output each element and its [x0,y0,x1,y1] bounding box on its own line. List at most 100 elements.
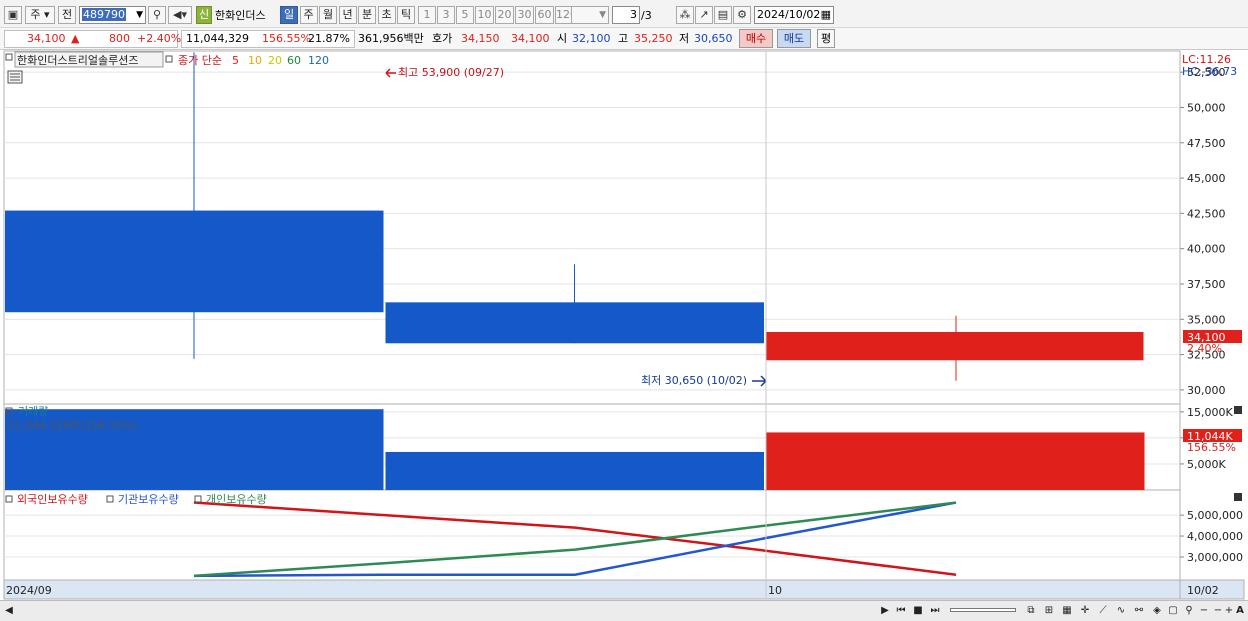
stop-icon[interactable]: ■ [911,603,925,619]
sell-button[interactable]: 매도 [777,29,811,48]
frame-icon[interactable]: ▢ [1166,603,1180,619]
price-tick-label: 37,500 [1187,278,1226,291]
stock-short-name: 한화인더스 [215,9,266,22]
candle-body [766,331,1144,361]
zoom-in-icon[interactable]: + [1224,603,1234,619]
save-icon[interactable]: ▤ [714,6,732,24]
period-tab-0[interactable]: 일 [280,6,298,24]
holdings-axis: 5,000,000 4,000,000 3,000,000 [1180,509,1243,564]
trade-amount: 361,956백만 [358,32,424,45]
period-tab-4[interactable]: 분 [358,6,376,24]
grid-toggle-icon[interactable]: ▦ [1060,603,1074,619]
speaker-icon[interactable]: ◀▾ [168,6,192,24]
price-tick-label: 50,000 [1187,101,1226,114]
chart-scrollbar[interactable]: ◀ ▶ ⏮ ■ ⏭ ⧉ ⊞ ▦ ✛ ⟋ ∿ ⚯ ◈ ▢ ⚲ − − + A [0,600,1248,621]
calendar-icon[interactable]: ▦ [821,7,831,23]
change-pct: +2.40% [137,32,182,45]
x-label-oct: 10 [768,584,782,597]
auto-scale-icon[interactable]: A [1235,603,1245,619]
unit-select[interactable]: ▼ [571,6,609,24]
gear-icon[interactable]: ⚙ [733,6,751,24]
volume-title: 거래량 [18,405,48,418]
period-tab-6[interactable]: 틱 [397,6,415,24]
crosshair-icon[interactable]: ✛ [1078,603,1092,619]
low-label: 저 [679,32,690,45]
unit-dropdown-icon: ▼ [599,10,606,20]
rewind-icon[interactable]: ⏮ [894,603,908,619]
stock-chart[interactable]: 52,50050,00047,50045,00042,50040,00037,5… [0,50,1248,601]
price-tick-label: 35,000 [1187,313,1226,326]
panel-split-icon[interactable]: ⧉ [1024,603,1038,619]
volume-box: 11,044,329 156.55% 21.87% [181,30,355,48]
stock-code-input[interactable]: 489790 ▼ [79,6,146,24]
page-total: /3 [641,9,652,22]
x-label-sep: 2024/09 [6,584,52,597]
change-value: 800 [109,32,130,45]
interval-button-30[interactable]: 30 [515,6,534,24]
panel-add-icon[interactable]: ⊞ [1042,603,1056,619]
page-input[interactable]: 3 [612,6,640,24]
forward-icon[interactable]: ⏭ [928,603,942,619]
trend-icon[interactable]: ⟋ [1096,603,1110,619]
magnifier-icon[interactable]: ⚲ [1182,603,1196,619]
interval-button-3[interactable]: 3 [437,6,455,24]
wave-icon[interactable]: ∿ [1114,603,1128,619]
period-tab-5[interactable]: 초 [377,6,396,24]
interval-button-1[interactable]: 1 [418,6,436,24]
prev-button[interactable]: 전 [58,6,76,24]
scroll-left-icon[interactable]: ◀ [4,603,14,619]
link-chart-icon[interactable]: ⚯ [1132,603,1146,619]
zoom-out-icon[interactable]: − [1198,603,1210,619]
zoom-slider[interactable] [950,608,1016,612]
layout-icon[interactable]: ▣ [4,6,22,24]
ask-label: 호가 [432,32,453,45]
price-tick-label: 45,000 [1187,172,1226,185]
ma-period-60: 60 [287,54,301,67]
current-price: 34,100 [27,32,66,45]
volume-pct-tag: 156.55% [1187,441,1236,454]
buy-button[interactable]: 매수 [739,29,773,48]
dropdown-arrow-icon[interactable]: ▼ [136,7,143,23]
draw-tool-icon[interactable]: ↗ [695,6,713,24]
holdings-tick-label: 3,000,000 [1187,551,1243,564]
change-up-icon: ▲ [71,32,80,45]
ma-period-5: 5 [232,54,239,67]
volume-panel-close-icon[interactable] [1234,406,1242,414]
shapes-icon[interactable]: ◈ [1150,603,1164,619]
open-price: 32,100 [572,32,611,45]
zoom-out-alt-icon[interactable]: − [1212,603,1224,619]
avg-button[interactable]: 평 [817,29,835,48]
interval-button-20[interactable]: 20 [495,6,514,24]
period-tab-1[interactable]: 주 [299,6,318,24]
market-type-select[interactable]: 주 ▾ [25,6,55,24]
high-label: 고 [618,32,629,45]
date-value: 2024/10/02 [757,8,821,21]
period-tab-2[interactable]: 월 [319,6,337,24]
interval-button-60[interactable]: 60 [535,6,554,24]
link-icon[interactable]: ⁂ [676,6,694,24]
scroll-right-icon[interactable]: ▶ [878,603,892,619]
volume-ratio: 156.55% [262,32,311,45]
ma-period-10: 10 [248,54,262,67]
price-tick-label: 30,000 [1187,384,1226,397]
volume-tick-label: 5,000K [1187,458,1226,471]
open-label: 시 [557,32,568,45]
quote-bar: 34,100 ▲ 800 +2.40% 11,044,329 156.55% 2… [0,28,1248,50]
volume-bar [766,432,1145,490]
search-icon[interactable]: ⚲ [148,6,166,24]
stock-name: 한화인더스트리얼솔루션즈 [17,53,138,67]
ma-period-120: 120 [308,54,329,67]
x-axis-bar [3,579,1181,600]
price-tick-label: 47,500 [1187,137,1226,150]
new-listing-badge: 신 [196,6,212,24]
candle-body [5,210,384,313]
date-input[interactable]: 2024/10/02 ▦ [754,6,834,24]
low-marker: 최저 30,650 (10/02) [641,374,747,387]
interval-button-10[interactable]: 10 [475,6,494,24]
high-marker: 최고 53,900 (09/27) [398,66,504,79]
interval-button-5[interactable]: 5 [456,6,474,24]
ask-price: 34,150 [461,32,500,45]
holdings-panel-close-icon[interactable] [1234,493,1242,501]
market-type-label: 주 [30,8,41,21]
period-tab-3[interactable]: 년 [338,6,357,24]
